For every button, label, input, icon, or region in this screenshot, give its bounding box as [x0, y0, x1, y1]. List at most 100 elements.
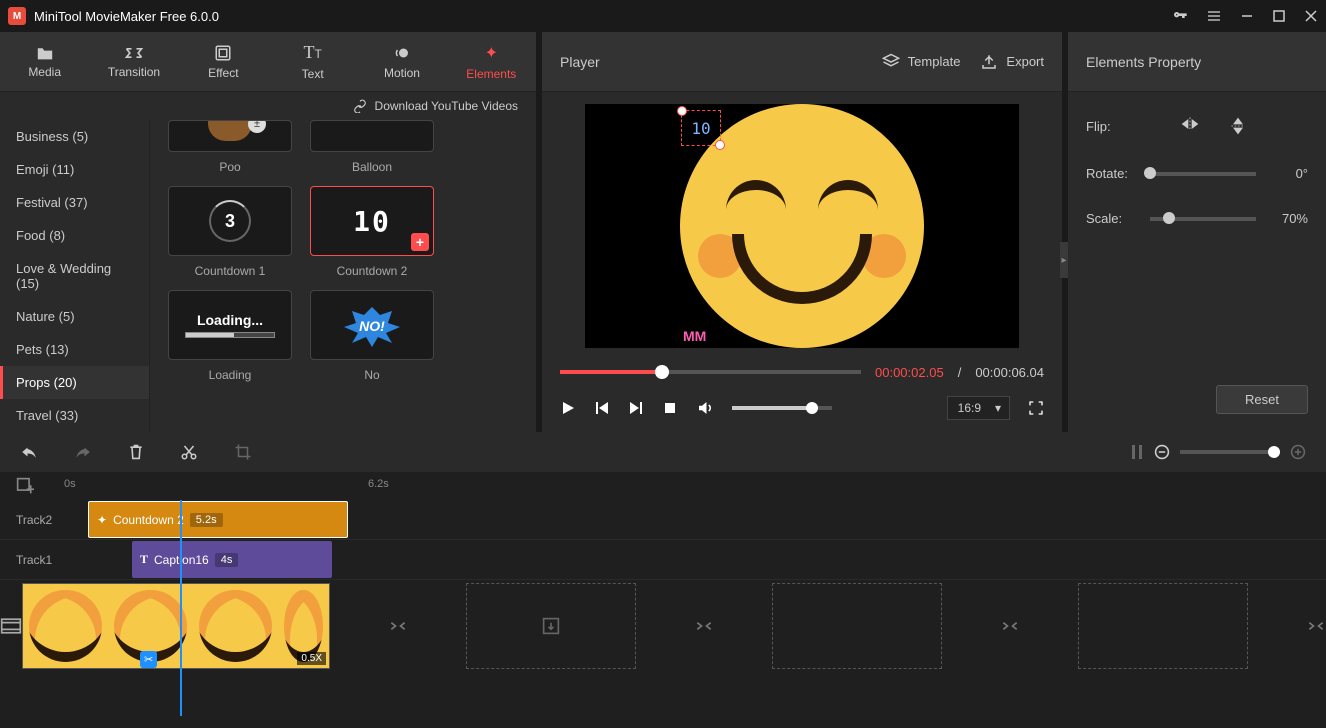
volume-icon[interactable] — [696, 399, 714, 417]
category-nature[interactable]: Nature (5) — [0, 300, 149, 333]
library-panel: Media Transition Effect TTText Motion ✦E… — [0, 32, 536, 432]
zoom-out-button[interactable] — [1154, 444, 1170, 460]
element-balloon[interactable]: Balloon — [310, 120, 434, 174]
player-stage[interactable]: 10 MM — [542, 92, 1062, 360]
flip-vertical-button[interactable] — [1230, 116, 1246, 136]
seek-bar[interactable] — [560, 370, 861, 374]
element-clip-icon: ✦ — [97, 513, 107, 527]
category-business[interactable]: Business (5) — [0, 120, 149, 153]
layers-icon — [882, 53, 900, 71]
rotate-slider[interactable] — [1150, 172, 1256, 176]
category-food[interactable]: Food (8) — [0, 219, 149, 252]
drop-zone[interactable] — [1078, 583, 1248, 669]
scale-slider[interactable] — [1150, 217, 1256, 221]
element-no[interactable]: NO! No — [310, 290, 434, 382]
transition-slot[interactable] — [694, 618, 714, 634]
drop-zone[interactable] — [772, 583, 942, 669]
delete-button[interactable] — [128, 443, 144, 461]
timeline-ruler[interactable]: 0s 6.2s — [0, 472, 1326, 500]
redo-button[interactable] — [74, 444, 92, 460]
video-clip[interactable]: 0.5X — [22, 583, 330, 669]
watermark: MM — [683, 328, 706, 344]
transition-slot[interactable] — [1306, 618, 1326, 634]
fullscreen-button[interactable] — [1028, 400, 1044, 416]
category-love-wedding[interactable]: Love & Wedding (15) — [0, 252, 149, 300]
flip-label: Flip: — [1086, 119, 1136, 134]
tab-media[interactable]: Media — [0, 32, 89, 91]
duration: 00:00:06.04 — [975, 365, 1044, 380]
split-button[interactable] — [180, 443, 198, 461]
category-emoji[interactable]: Emoji (11) — [0, 153, 149, 186]
crop-button[interactable] — [234, 443, 252, 461]
titlebar: M MiniTool MovieMaker Free 6.0.0 — [0, 0, 1326, 32]
playhead[interactable] — [180, 500, 182, 716]
tab-transition[interactable]: Transition — [89, 32, 178, 91]
player-title: Player — [560, 54, 862, 70]
timeline-scrollbar[interactable] — [0, 716, 1326, 728]
tab-text[interactable]: TTText — [268, 32, 357, 91]
category-pets[interactable]: Pets (13) — [0, 333, 149, 366]
category-props[interactable]: Props (20) — [0, 366, 149, 399]
category-travel[interactable]: Travel (33) — [0, 399, 149, 432]
drop-zone[interactable] — [466, 583, 636, 669]
svg-text:NO!: NO! — [359, 318, 385, 334]
flip-horizontal-button[interactable] — [1180, 116, 1200, 136]
element-loading[interactable]: Loading... Loading — [168, 290, 292, 382]
track1-label: Track1 — [0, 553, 64, 567]
zoom-slider[interactable] — [1180, 450, 1280, 454]
download-youtube-link[interactable]: Download YouTube Videos — [0, 92, 536, 120]
tab-effect[interactable]: Effect — [179, 32, 268, 91]
volume-slider[interactable] — [732, 406, 832, 410]
transition-slot[interactable] — [1000, 618, 1020, 634]
close-button[interactable] — [1304, 9, 1318, 23]
prev-frame-button[interactable] — [594, 400, 610, 416]
add-element-button[interactable]: + — [411, 233, 429, 251]
zoom-in-button[interactable] — [1290, 444, 1306, 460]
speed-badge: 0.5X — [297, 652, 326, 665]
elements-grid: ± Poo Balloon 3 Countdown 1 10+ Countdow… — [150, 120, 536, 432]
menu-icon[interactable] — [1206, 8, 1222, 24]
scale-label: Scale: — [1086, 211, 1136, 226]
category-list[interactable]: Business (5) Emoji (11) Festival (37) Fo… — [0, 120, 150, 432]
export-icon — [980, 53, 998, 71]
timeline-panel: 0s 6.2s Track2 ✦ Countdown 2 5.2s Track1… — [0, 432, 1326, 728]
properties-title: Elements Property — [1068, 32, 1326, 92]
player-panel: Player Template Export 10 MM 00:00:02.05… — [542, 32, 1062, 432]
reset-button[interactable]: Reset — [1216, 385, 1308, 414]
current-time: 00:00:02.05 — [875, 365, 944, 380]
minimize-button[interactable] — [1240, 9, 1254, 23]
clip-countdown2[interactable]: ✦ Countdown 2 5.2s — [88, 501, 348, 538]
tab-elements[interactable]: ✦Elements — [447, 32, 536, 91]
category-festival[interactable]: Festival (37) — [0, 186, 149, 219]
play-button[interactable] — [560, 400, 576, 416]
text-clip-icon: T — [140, 552, 148, 567]
track2-label: Track2 — [0, 513, 64, 527]
cut-indicator: ✂ — [140, 651, 157, 668]
element-countdown1[interactable]: 3 Countdown 1 — [168, 186, 292, 278]
video-track-icon — [0, 580, 22, 672]
link-icon — [353, 99, 367, 113]
add-track-button[interactable] — [16, 477, 34, 495]
license-key-icon[interactable] — [1172, 8, 1188, 24]
aspect-ratio-select[interactable]: 16:9 — [947, 396, 1010, 420]
next-frame-button[interactable] — [628, 400, 644, 416]
element-selection-box[interactable]: 10 — [681, 110, 721, 146]
transition-slot[interactable] — [388, 618, 408, 634]
export-button[interactable]: Export — [980, 53, 1044, 71]
properties-panel: ▸ Elements Property Flip: Rotate: 0° Sca… — [1068, 32, 1326, 432]
main-tabbar: Media Transition Effect TTText Motion ✦E… — [0, 32, 536, 92]
template-button[interactable]: Template — [882, 53, 961, 71]
element-countdown2[interactable]: 10+ Countdown 2 — [310, 186, 434, 278]
scale-value: 70% — [1270, 211, 1308, 226]
undo-button[interactable] — [20, 444, 38, 460]
app-logo: M — [8, 7, 26, 25]
rotate-label: Rotate: — [1086, 166, 1136, 181]
clip-caption16[interactable]: T Caption16 4s — [132, 541, 332, 578]
collapse-panel-button[interactable]: ▸ — [1060, 242, 1068, 278]
rotate-value: 0° — [1270, 166, 1308, 181]
stop-button[interactable] — [662, 400, 678, 416]
element-poo[interactable]: ± Poo — [168, 120, 292, 174]
maximize-button[interactable] — [1272, 9, 1286, 23]
snap-icon[interactable] — [1130, 443, 1144, 461]
tab-motion[interactable]: Motion — [357, 32, 446, 91]
